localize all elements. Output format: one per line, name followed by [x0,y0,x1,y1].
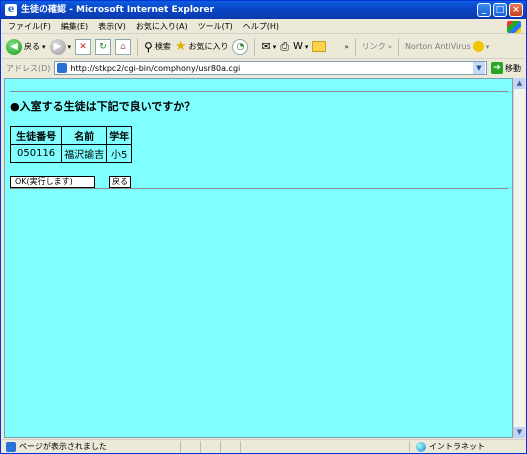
search-label: 検索 [154,42,171,51]
mail-button[interactable]: ✉ ▾ [261,40,276,53]
back-button[interactable]: ◀ 戻る ▾ [6,38,46,55]
menu-view[interactable]: 表示(V) [98,21,126,32]
address-bar: アドレス(D) http://stkpc2/cgi-bin/comphony/u… [2,60,525,76]
windows-flag-icon [507,21,521,33]
links-overflow-icon: » [387,42,393,51]
window-controls: _ □ × [477,3,523,17]
close-button[interactable]: × [509,3,523,17]
menu-file[interactable]: ファイル(F) [8,21,51,32]
links-button[interactable]: リンク » [362,41,392,52]
ok-execute-button[interactable]: OK(実行します) [10,176,95,188]
address-url[interactable]: http://stkpc2/cgi-bin/comphony/usr80a.cg… [70,64,240,73]
address-dropdown-icon[interactable]: ▼ [473,62,485,74]
security-zone[interactable]: イントラネット [409,441,525,452]
toolbar-separator [398,37,400,56]
menu-help[interactable]: ヘルプ(H) [243,21,279,32]
browser-window: e 生徒の確認 - Microsoft Internet Explorer _ … [0,0,527,454]
forward-arrow-icon: ▶ [49,38,66,55]
student-grade-cell: 小5 [106,144,133,163]
edit-icon: W [293,41,303,52]
ie-logo-icon: e [5,4,17,16]
edit-button[interactable]: W ▾ [293,41,308,52]
links-label: リンク [361,42,386,51]
table-row: 050116 福沢諭吉 小5 [9,144,133,163]
scroll-down-icon[interactable]: ▼ [514,427,525,438]
address-input[interactable]: http://stkpc2/cgi-bin/comphony/usr80a.cg… [54,61,487,75]
menu-bar: ファイル(F) 編集(E) 表示(V) お気に入り(A) ツール(T) ヘルプ(… [2,20,525,34]
go-button[interactable]: ➔ 移動 [491,62,525,74]
scroll-up-icon[interactable]: ▲ [514,78,525,89]
student-table: 生徒番号 名前 学年 050116 福沢諭吉 小5 [9,126,133,163]
page-content: ●入室する生徒は下記で良いですか？ 生徒番号 名前 学年 050116 福沢諭吉… [4,78,513,438]
student-number-cell: 050116 [9,144,63,163]
mail-dropdown-icon: ▾ [272,42,277,51]
status-cells [179,440,260,453]
print-icon[interactable]: ⎙ [280,40,289,54]
norton-dropdown-icon: ▾ [485,42,490,51]
folder-icon[interactable] [312,41,327,52]
page-status-icon [6,441,16,452]
norton-icon [472,41,484,52]
status-text: ページが表示されました [19,442,107,451]
menu-tools[interactable]: ツール(T) [198,21,233,32]
intranet-globe-icon [416,441,426,452]
address-label: アドレス(D) [6,63,51,73]
stop-icon[interactable]: ✕ [75,38,92,55]
toolbar-separator [254,37,256,56]
status-cell [179,440,200,453]
toolbar: ◀ 戻る ▾ ▶ ▾ ✕ ↻ ⌂ ⚲ 検索 ★ お気に入り ◔ ✉ ▾ ⎙ W … [2,35,525,59]
status-cell [199,440,220,453]
window-title: 生徒の確認 - Microsoft Internet Explorer [21,5,215,15]
vertical-scrollbar[interactable]: ▲ ▼ [513,78,525,438]
menu-edit[interactable]: 編集(E) [61,21,88,32]
column-header-name: 名前 [61,126,108,145]
toolbar-separator [137,37,139,56]
maximize-button[interactable]: □ [493,3,507,17]
status-cell [239,440,260,453]
confirm-question: ●入室する生徒は下記で良いですか？ [10,100,196,113]
menu-favorites[interactable]: お気に入り(A) [136,21,188,32]
home-icon[interactable]: ⌂ [115,38,132,55]
search-icon: ⚲ [144,39,153,54]
edit-dropdown-icon: ▾ [304,42,309,51]
forward-dropdown-icon[interactable]: ▾ [68,43,72,51]
back-page-button[interactable]: 戻る [109,176,131,188]
toolbar-separator [354,37,356,56]
star-icon: ★ [174,39,187,54]
go-label: 移動 [505,63,521,73]
go-arrow-icon: ➔ [491,62,503,74]
column-header-student-number: 生徒番号 [9,126,63,145]
norton-button[interactable]: Norton AntiVirus ▾ [405,41,489,52]
table-header-row: 生徒番号 名前 学年 [9,126,133,145]
search-button[interactable]: ⚲ 検索 [144,40,171,54]
favorites-label: お気に入り [188,42,229,51]
back-dropdown-icon[interactable]: ▾ [42,43,46,51]
status-bar: ページが表示されました イントラネット [2,439,525,453]
page-icon [57,63,68,73]
minimize-button[interactable]: _ [477,3,491,17]
mail-icon: ✉ [261,40,271,53]
norton-label: Norton AntiVirus [405,42,471,51]
back-label: 戻る [24,42,40,51]
top-divider [10,91,508,92]
bottom-divider [10,188,508,189]
column-header-grade: 学年 [106,126,133,145]
history-icon[interactable]: ◔ [232,38,249,55]
refresh-icon[interactable]: ↻ [95,38,112,55]
favorites-button[interactable]: ★ お気に入り [175,39,229,54]
status-cell [219,440,240,453]
student-name-cell: 福沢諭吉 [61,144,108,163]
zone-label: イントラネット [429,442,485,451]
action-buttons: OK(実行します) 戻る [10,176,508,188]
toolbar-overflow-icon[interactable]: » [344,43,348,51]
title-bar[interactable]: e 生徒の確認 - Microsoft Internet Explorer _ … [1,1,526,19]
forward-button[interactable]: ▶ ▾ [49,38,72,55]
back-arrow-icon: ◀ [6,38,22,55]
